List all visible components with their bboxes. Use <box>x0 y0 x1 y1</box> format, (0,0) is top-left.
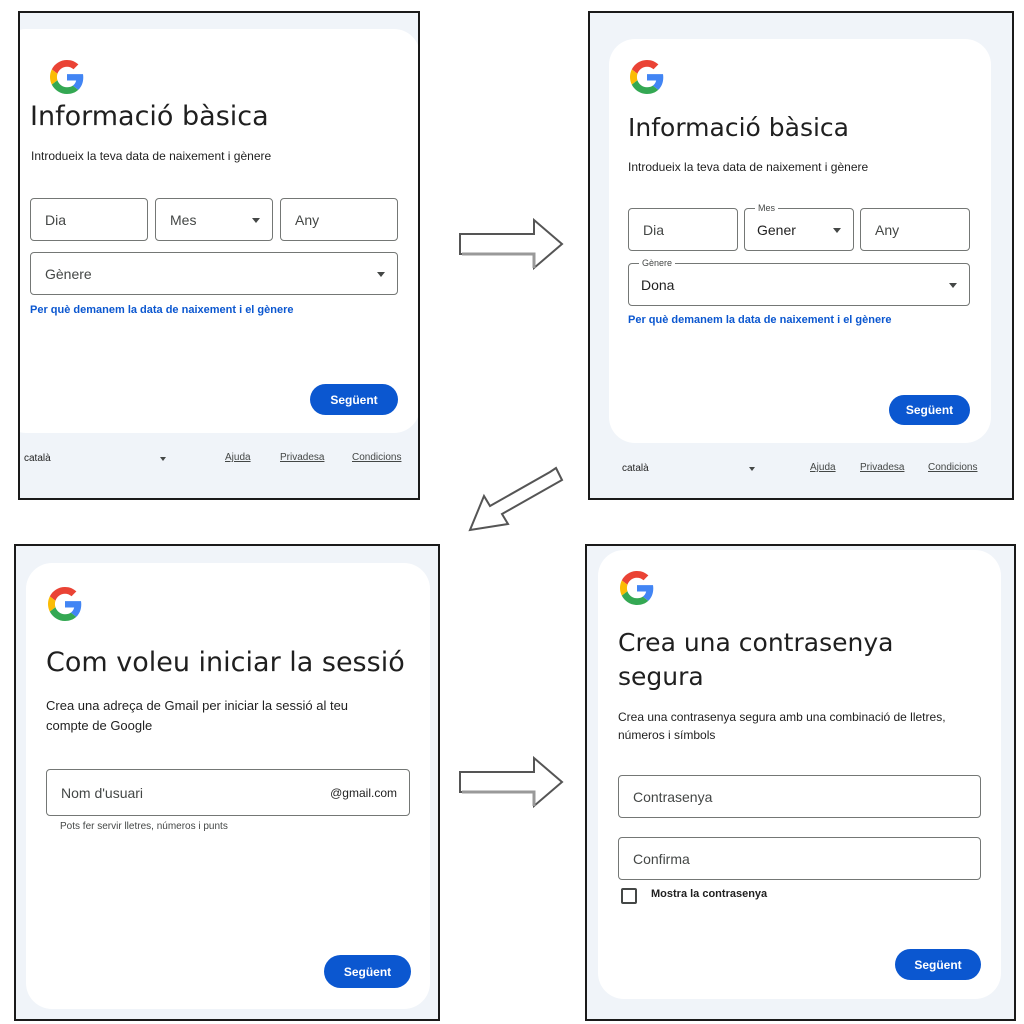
day-placeholder: Dia <box>45 211 67 228</box>
password-input[interactable]: Contrasenya <box>618 775 981 818</box>
chevron-down-icon <box>749 467 755 471</box>
confirm-password-input[interactable]: Confirma <box>618 837 981 880</box>
step-panel-create-password: Crea una contrasenya segura Crea una con… <box>585 544 1016 1021</box>
page-subtitle: Crea una contrasenya segura amb una comb… <box>618 710 946 742</box>
chevron-down-icon <box>160 457 166 461</box>
show-password-label: Mostra la contrasenya <box>651 888 768 900</box>
form-card: Crea una contrasenya segura Crea una con… <box>598 550 1001 999</box>
page-title: Informació bàsica <box>628 113 849 142</box>
chevron-down-icon <box>252 217 260 223</box>
page-subtitle: Introdueix la teva data de naixement i g… <box>628 160 869 174</box>
step-panel-basic-info-empty: Informació bàsica Introdueix la teva dat… <box>18 11 420 500</box>
month-floating-label: Mes <box>755 202 779 214</box>
right-arrow-icon <box>459 217 564 271</box>
show-password-checkbox[interactable] <box>621 888 637 904</box>
month-select[interactable]: Mes Gener <box>744 202 854 251</box>
year-input[interactable]: Any <box>280 198 398 241</box>
month-placeholder: Mes <box>170 211 197 228</box>
why-birthdate-link[interactable]: Per què demanem la data de naixement i e… <box>30 304 294 316</box>
terms-link[interactable]: Condicions <box>928 462 977 473</box>
why-birthdate-link[interactable]: Per què demanem la data de naixement i e… <box>628 314 892 326</box>
right-arrow-icon <box>459 755 564 809</box>
gmail-domain-suffix: @gmail.com <box>330 785 397 800</box>
next-button[interactable]: Següent <box>310 384 398 415</box>
next-button[interactable]: Següent <box>895 949 981 980</box>
page-subtitle: Crea una adreça de Gmail per iniciar la … <box>46 698 349 733</box>
next-button[interactable]: Següent <box>324 955 411 988</box>
page-subtitle: Introdueix la teva data de naixement i g… <box>31 149 272 163</box>
privacy-link[interactable]: Privadesa <box>280 452 324 463</box>
google-logo-icon <box>48 587 82 621</box>
help-link[interactable]: Ajuda <box>225 452 251 463</box>
form-card: Com voleu iniciar la sessió Crea una adr… <box>26 563 430 1009</box>
form-card: Informació bàsica Introdueix la teva dat… <box>20 29 418 433</box>
form-card: Informació bàsica Introdueix la teva dat… <box>609 39 991 443</box>
password-placeholder: Contrasenya <box>633 788 713 805</box>
year-placeholder: Any <box>295 211 320 228</box>
gender-floating-label: Gènere <box>639 257 676 269</box>
chevron-down-icon <box>833 227 841 233</box>
next-button[interactable]: Següent <box>889 395 970 425</box>
google-logo-icon <box>630 60 664 94</box>
gender-select[interactable]: Gènere Dona <box>628 257 970 306</box>
help-link[interactable]: Ajuda <box>810 462 836 473</box>
gender-select[interactable]: Gènere <box>30 252 398 295</box>
username-input[interactable]: Nom d'usuari @gmail.com <box>46 769 410 816</box>
page-title: Crea una contrasenya segura <box>618 628 894 691</box>
gender-value: Dona <box>641 276 675 293</box>
month-value: Gener <box>757 221 796 238</box>
page-title: Com voleu iniciar la sessió <box>46 647 405 678</box>
year-input[interactable]: Any <box>860 208 970 251</box>
down-left-arrow-icon <box>468 466 564 532</box>
username-helper-text: Pots fer servir lletres, números i punts <box>60 821 228 832</box>
google-logo-icon <box>50 60 84 94</box>
step-panel-basic-info-filled: Informació bàsica Introdueix la teva dat… <box>588 11 1014 500</box>
chevron-down-icon <box>377 271 385 277</box>
language-selector[interactable]: català <box>622 463 649 474</box>
step-panel-choose-gmail: Com voleu iniciar la sessió Crea una adr… <box>14 544 440 1021</box>
day-input[interactable]: Dia <box>30 198 148 241</box>
privacy-link[interactable]: Privadesa <box>860 462 904 473</box>
terms-link[interactable]: Condicions <box>352 452 401 463</box>
chevron-down-icon <box>949 282 957 288</box>
gender-placeholder: Gènere <box>45 265 92 282</box>
month-select[interactable]: Mes <box>155 198 273 241</box>
confirm-placeholder: Confirma <box>633 850 690 867</box>
page-title: Informació bàsica <box>30 101 269 132</box>
year-placeholder: Any <box>875 221 900 238</box>
language-selector[interactable]: català <box>24 453 51 464</box>
google-logo-icon <box>620 571 654 605</box>
day-input[interactable]: Dia <box>628 208 738 251</box>
day-placeholder: Dia <box>643 221 665 238</box>
username-placeholder: Nom d'usuari <box>61 784 144 801</box>
